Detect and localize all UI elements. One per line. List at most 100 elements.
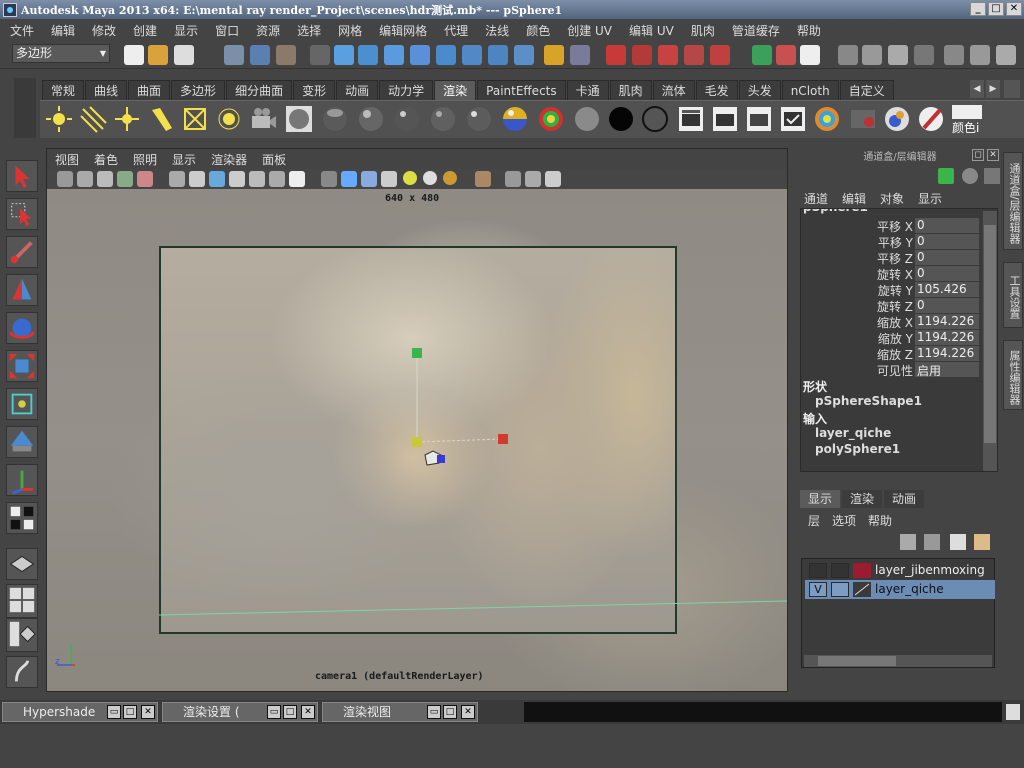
new-scene-icon[interactable] — [124, 45, 144, 65]
outliner-layout-icon[interactable] — [6, 618, 38, 652]
shelf-tab-curves[interactable]: 曲线 — [85, 80, 128, 100]
hypershade-shelf-icon[interactable] — [812, 104, 842, 134]
shading-icon[interactable] — [962, 168, 978, 184]
isolate-select-icon[interactable] — [475, 171, 491, 187]
anisotropic-icon[interactable] — [464, 104, 494, 134]
manip-z-handle[interactable] — [437, 455, 445, 463]
phong-e-icon[interactable] — [428, 104, 458, 134]
shelf-tab-polygons[interactable]: 多边形 — [171, 80, 226, 100]
area-light-icon[interactable] — [180, 104, 210, 134]
shelf-tab-rendering[interactable]: 渲染 — [434, 80, 477, 100]
shelf-tab-animation[interactable]: 动画 — [336, 80, 379, 100]
layered-shader-icon[interactable] — [500, 104, 530, 134]
maximize-icon[interactable]: □ — [123, 705, 137, 719]
move-layer-down-icon[interactable] — [974, 534, 990, 550]
render-settings-icon[interactable] — [658, 45, 678, 65]
single-perspective-layout-icon[interactable] — [6, 548, 38, 580]
taskbar-render-settings[interactable]: 渲染设置 ( ▭ □ ✕ — [162, 702, 318, 722]
close-icon[interactable]: ✕ — [301, 705, 315, 719]
show-hide-tool-settings-icon[interactable] — [862, 45, 882, 65]
history-icon[interactable] — [462, 45, 482, 65]
menu-pipeline-cache[interactable]: 管道缓存 — [732, 22, 780, 39]
shelf-tab-dynamics[interactable]: 动力学 — [379, 80, 434, 100]
maximize-icon[interactable]: □ — [283, 705, 297, 719]
taskbar-render-view[interactable]: 渲染视图 ▭ □ ✕ — [322, 702, 478, 722]
image-plane-icon[interactable] — [117, 171, 133, 187]
paint-select-tool-icon[interactable] — [6, 236, 38, 268]
move-layer-up-icon[interactable] — [950, 534, 966, 550]
shelf-scroll-left-icon[interactable]: ◀ — [970, 80, 984, 98]
ramp-shader-icon[interactable] — [536, 104, 566, 134]
viewport-renderer-icon[interactable] — [545, 171, 561, 187]
render-sequence-icon[interactable] — [744, 104, 774, 134]
attr-rotate-x[interactable]: 旋转 X0 — [801, 266, 983, 282]
xray-icon[interactable] — [505, 171, 521, 187]
shelf-grip[interactable] — [14, 78, 36, 138]
attr-scale-x[interactable]: 缩放 X 1194.226 — [801, 314, 983, 330]
close-icon[interactable]: ✕ — [141, 705, 155, 719]
menu-mesh[interactable]: 网格 — [338, 22, 362, 39]
layer-row-selected[interactable]: V layer_qiche — [805, 580, 995, 599]
menu-edit[interactable]: 编辑 — [51, 22, 75, 39]
directional-light-icon[interactable] — [78, 104, 108, 134]
float-panel-icon[interactable]: ◻ — [972, 149, 984, 161]
menu-assets[interactable]: 资源 — [256, 22, 280, 39]
layout-four-icon[interactable] — [996, 45, 1016, 65]
color-label[interactable]: 颜色i — [952, 119, 979, 136]
phong-icon[interactable] — [392, 104, 422, 134]
viewport-menu-panels[interactable]: 面板 — [262, 151, 286, 168]
layout-icon[interactable] — [914, 45, 934, 65]
side-tab-attribute-editor[interactable]: 属性编辑器 — [1003, 340, 1023, 410]
ambient-light-icon[interactable] — [44, 104, 74, 134]
show-manipulator-icon[interactable] — [6, 464, 38, 496]
menu-create[interactable]: 创建 — [133, 22, 157, 39]
soft-modification-icon[interactable] — [6, 426, 38, 458]
snap-surface-icon[interactable] — [436, 45, 456, 65]
menu-color[interactable]: 颜色 — [526, 22, 550, 39]
shelf-tab-ncloth[interactable]: nCloth — [781, 80, 839, 100]
new-layer-icon[interactable] — [900, 534, 916, 550]
select-object-icon[interactable] — [250, 45, 270, 65]
transform-icon[interactable] — [938, 168, 954, 184]
textured-icon[interactable] — [381, 171, 397, 187]
wireframe-on-shaded-icon[interactable] — [361, 171, 377, 187]
layer-menu-layers[interactable]: 层 — [808, 512, 820, 530]
shelf-tab-general[interactable]: 常规 — [42, 80, 85, 100]
safe-action-icon[interactable] — [269, 171, 285, 187]
grid-icon[interactable] — [169, 171, 185, 187]
shelf-tab-fluids[interactable]: 流体 — [652, 80, 695, 100]
layer-type-toggle[interactable] — [831, 563, 849, 578]
spot-light-icon[interactable] — [146, 104, 176, 134]
four-view-layout-icon[interactable] — [6, 584, 38, 618]
rotate-tool-icon[interactable] — [6, 312, 38, 344]
side-tab-channel-box[interactable]: 通道盒/层编辑器 — [1003, 152, 1023, 250]
select-tool-icon[interactable] — [6, 160, 38, 192]
layer-row[interactable]: layer_jibenmoxing — [805, 561, 995, 580]
new-layer-selected-icon[interactable] — [924, 534, 940, 550]
attr-visibility[interactable]: 可见性 启用 — [801, 362, 983, 378]
open-scene-icon[interactable] — [148, 45, 168, 65]
attr-rotate-y[interactable]: 旋转 Y 105.426 — [801, 282, 983, 298]
attr-translate-x[interactable]: 平移 X0 — [801, 218, 983, 234]
use-all-lights-icon[interactable] — [423, 171, 437, 185]
menu-create-uv[interactable]: 创建 UV — [567, 22, 612, 39]
bookmark-icon[interactable] — [97, 171, 113, 187]
resolution-gate-icon[interactable] — [209, 171, 225, 187]
layer-no-color-swatch[interactable] — [853, 582, 871, 597]
viewport-menu-shading[interactable]: 着色 — [94, 151, 118, 168]
viewport-menu-lighting[interactable]: 照明 — [133, 151, 157, 168]
layer-tab-anim[interactable]: 动画 — [884, 490, 925, 508]
close-panel-icon[interactable]: ✕ — [987, 149, 999, 161]
menu-edit-uv[interactable]: 编辑 UV — [629, 22, 674, 39]
volume-light-icon[interactable] — [214, 104, 244, 134]
snap-plane-icon[interactable] — [410, 45, 430, 65]
menu-modify[interactable]: 修改 — [92, 22, 116, 39]
channel-menu-object[interactable]: 对象 — [880, 190, 904, 208]
menu-muscle[interactable]: 肌肉 — [691, 22, 715, 39]
viewport-menu-view[interactable]: 视图 — [55, 151, 79, 168]
wireframe-icon[interactable] — [321, 171, 337, 187]
manip-y-handle[interactable] — [412, 348, 422, 358]
viewport-menu-renderer[interactable]: 渲染器 — [211, 151, 247, 168]
manip-center-handle[interactable] — [412, 437, 422, 447]
shelf-menu-icon[interactable] — [1004, 80, 1020, 98]
